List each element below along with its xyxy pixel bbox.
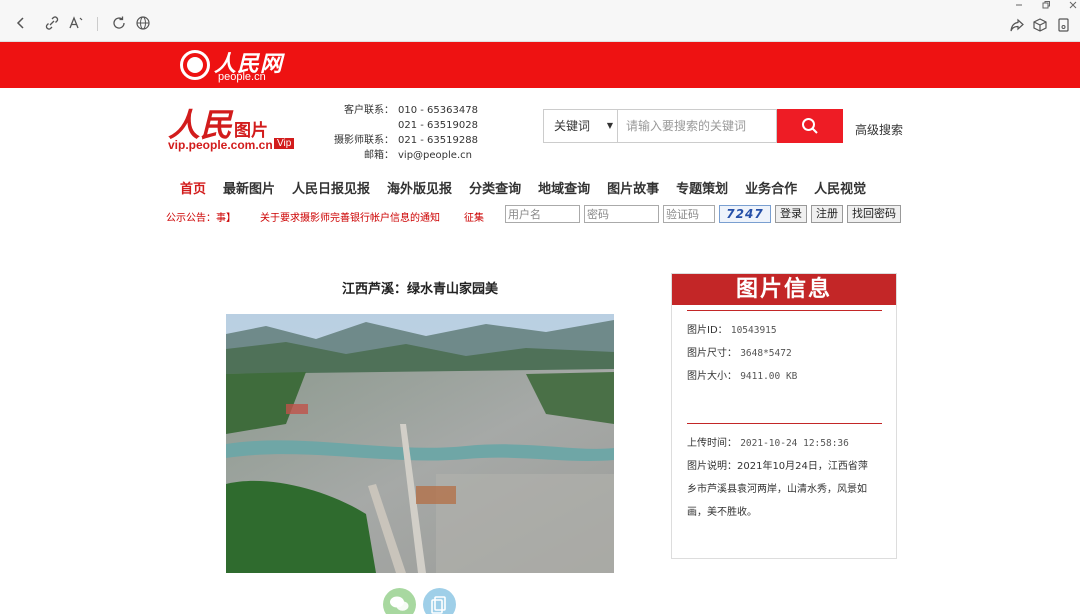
contact-value: 010 - 65363478	[398, 105, 478, 116]
photo-info-panel: 图片信息 图片ID： 10543915 图片尺寸： 3648*5472 图片大小…	[671, 273, 897, 559]
password-input[interactable]	[584, 205, 659, 223]
search-button[interactable]	[777, 109, 843, 143]
login-button[interactable]: 登录	[775, 205, 807, 223]
nav-item-overseas[interactable]: 海外版见报	[387, 178, 452, 197]
photo-size-value: 3648*5472	[740, 348, 792, 359]
register-button[interactable]: 注册	[811, 205, 843, 223]
photo-info-header: 图片信息	[672, 274, 896, 305]
contact-label: 客户联系：	[344, 105, 394, 116]
contact-label: 摄影师联系：	[334, 135, 394, 146]
notice-link[interactable]: 关于要求摄影师完善银行帐户信息的通知	[260, 209, 440, 224]
upload-time-value: 2021-10-24 12:58:36	[740, 438, 849, 449]
contact-label: 邮箱：	[364, 150, 394, 161]
site-logo-url: vip.people.com.cn	[168, 138, 273, 152]
minimize-icon[interactable]	[1012, 0, 1026, 13]
toolbar-separator	[97, 17, 98, 31]
chevron-down-icon: ▼	[606, 121, 613, 130]
search-bar: 关键词 ▼	[543, 109, 843, 143]
photo-description-row: 图片说明：2021年10月24日，江西省萍	[687, 455, 885, 478]
photo-image[interactable]	[226, 314, 614, 573]
search-icon	[802, 118, 818, 134]
photo-id-label: 图片ID：	[687, 325, 728, 336]
upload-time-row: 上传时间： 2021-10-24 12:58:36	[687, 432, 885, 455]
notice-extra-link[interactable]: 征集	[464, 209, 484, 224]
refresh-icon[interactable]	[110, 14, 128, 32]
vip-badge: Vip	[274, 138, 295, 149]
nav-item-features[interactable]: 专题策划	[676, 178, 728, 197]
main-nav: 首页 最新图片 人民日报见报 海外版见报 分类查询 地域查询 图片故事 专题策划…	[180, 178, 866, 197]
photo-filesize-label: 图片大小：	[687, 371, 737, 382]
nav-item-home[interactable]: 首页	[180, 178, 206, 197]
nav-item-peoples-daily[interactable]: 人民日报见报	[292, 178, 370, 197]
divider	[687, 423, 882, 424]
contact-value: vip@people.cn	[398, 150, 472, 161]
username-input[interactable]	[505, 205, 580, 223]
photo-filesize-value: 9411.00 KB	[740, 371, 798, 382]
nav-item-visual[interactable]: 人民视觉	[814, 178, 866, 197]
login-form: 7247 登录 注册 找回密码	[505, 205, 905, 223]
divider	[687, 310, 882, 311]
recover-password-button[interactable]: 找回密码	[847, 205, 901, 223]
read-aloud-icon[interactable]	[67, 14, 85, 32]
globe-icon[interactable]	[134, 14, 152, 32]
nav-item-latest[interactable]: 最新图片	[223, 178, 275, 197]
copy-icon[interactable]	[423, 588, 456, 614]
share-icon[interactable]	[1008, 16, 1026, 34]
photo-size-row: 图片尺寸： 3648*5472	[687, 342, 885, 365]
nav-item-category[interactable]: 分类查询	[469, 178, 521, 197]
close-icon[interactable]	[1066, 0, 1080, 13]
contact-label	[330, 118, 394, 133]
link-icon[interactable]	[43, 14, 61, 32]
notice-label: 公示公告：事】	[166, 213, 236, 224]
site-logo[interactable]: 人民 图片 vip.people.com.cn Vip	[168, 100, 303, 155]
search-input[interactable]	[618, 109, 777, 143]
contact-value: 021 - 63519028	[398, 120, 478, 131]
contact-value: 021 - 63519288	[398, 135, 478, 146]
photo-description-line: 乡市芦溪县袁河两岸，山清水秀，风景如	[687, 484, 867, 495]
advanced-search-link[interactable]: 高级搜索	[855, 121, 903, 138]
screenshot-icon[interactable]	[1054, 16, 1072, 34]
wechat-icon[interactable]	[383, 588, 416, 614]
nav-item-region[interactable]: 地域查询	[538, 178, 590, 197]
back-icon[interactable]	[12, 14, 30, 32]
photo-description-line: 画，美不胜收。	[687, 507, 757, 518]
people-logo-icon[interactable]	[180, 50, 210, 80]
photo-description-line: 2021年10月24日，江西省萍	[737, 461, 868, 472]
contact-info: 客户联系： 010 - 65363478 021 - 63519028 摄影师联系…	[330, 103, 478, 163]
photo-id-value: 10543915	[730, 325, 777, 336]
captcha-image[interactable]: 7247	[719, 205, 771, 223]
photo-description-label: 图片说明：	[687, 461, 737, 472]
top-banner: 人民网 people.cn	[0, 42, 1080, 88]
nav-item-business[interactable]: 业务合作	[745, 178, 797, 197]
search-type-value: 关键词	[554, 119, 591, 133]
search-type-select[interactable]: 关键词 ▼	[543, 109, 618, 143]
photo-id-row: 图片ID： 10543915	[687, 319, 885, 342]
captcha-input[interactable]	[663, 205, 715, 223]
nav-item-stories[interactable]: 图片故事	[607, 178, 659, 197]
upload-time-label: 上传时间：	[687, 438, 737, 449]
restore-icon[interactable]	[1039, 0, 1053, 13]
extensions-icon[interactable]	[1031, 16, 1049, 34]
photo-filesize-row: 图片大小： 9411.00 KB	[687, 365, 885, 388]
browser-toolbar	[0, 0, 1080, 42]
photo-title: 江西芦溪：绿水青山家园美	[341, 282, 498, 297]
photo-size-label: 图片尺寸：	[687, 348, 737, 359]
people-logo-url[interactable]: people.cn	[218, 71, 266, 83]
